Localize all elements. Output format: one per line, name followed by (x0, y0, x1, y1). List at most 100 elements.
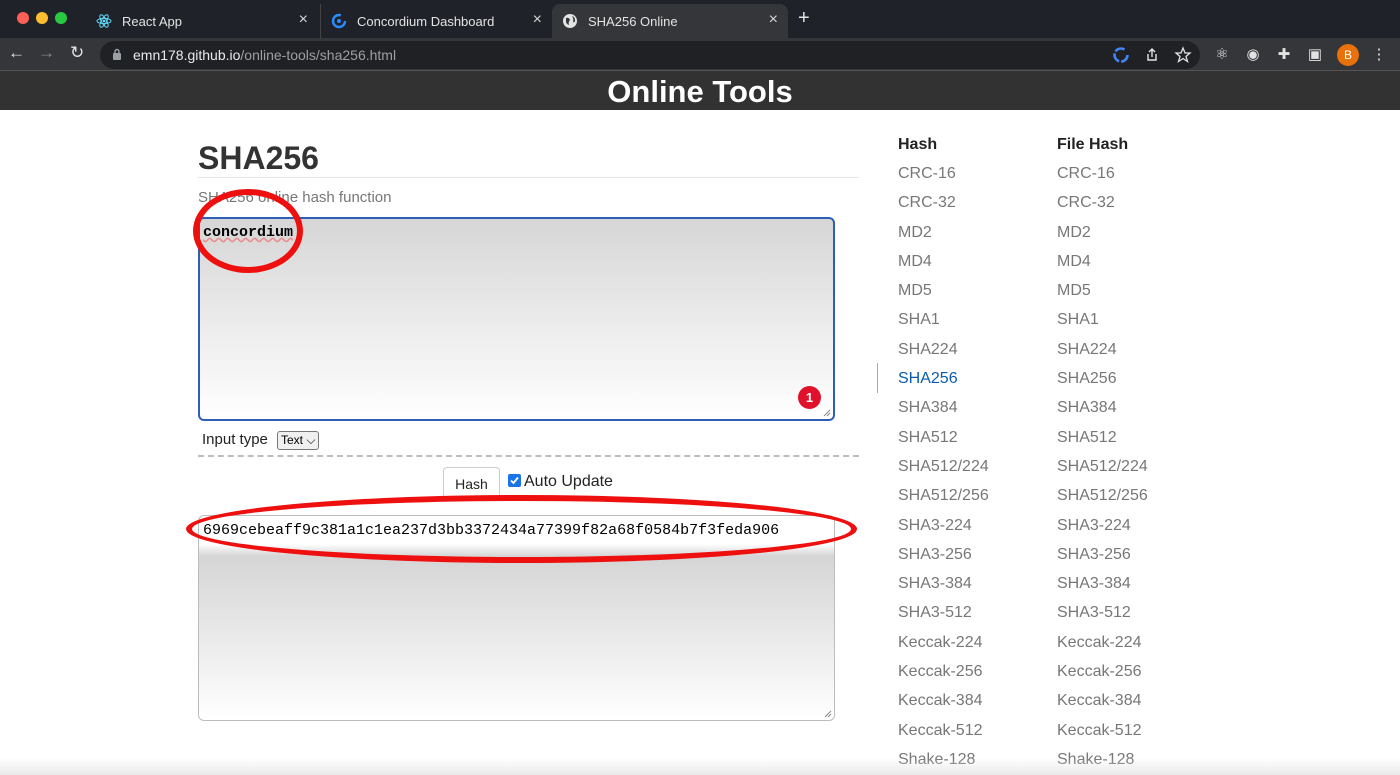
reload-icon[interactable]: ↻ (70, 44, 84, 62)
active-indicator (877, 363, 878, 393)
concordium-icon (331, 13, 347, 29)
page-title: SHA256 (198, 140, 319, 176)
nav-link-sha512[interactable]: SHA512 (898, 427, 989, 456)
nav-link-keccak-512[interactable]: Keccak-512 (898, 720, 989, 749)
dashed-divider (198, 455, 859, 457)
close-tab-icon[interactable]: × (299, 12, 308, 28)
nav-link-sha224[interactable]: SHA224 (898, 339, 989, 368)
file-hash-heading: File Hash (1057, 136, 1129, 153)
window-minimize-button[interactable] (36, 12, 48, 24)
new-tab-icon[interactable]: + (798, 8, 810, 28)
input-type-select[interactable]: Text ⌵ (277, 431, 320, 450)
tab-label: React App (122, 13, 182, 29)
more-menu-icon[interactable]: ⋮ (1370, 46, 1388, 64)
title-divider (198, 177, 859, 178)
chevron-down-icon: ⌵ (306, 433, 316, 447)
nav-link-sha512-224[interactable]: SHA512/224 (898, 456, 989, 485)
nav-link-keccak-384[interactable]: Keccak-384 (1057, 690, 1148, 719)
browser-tab-bar: React App × Concordium Dashboard × SHA25… (0, 0, 1400, 38)
share-icon[interactable] (1143, 46, 1161, 64)
resize-handle-icon[interactable] (824, 710, 832, 718)
output-annotation-circle (186, 495, 857, 563)
globe-icon (562, 13, 578, 29)
browser-toolbar: ← → ↻ emn178.github.io/online-tools/sha2… (0, 38, 1400, 70)
lock-icon (113, 48, 121, 60)
close-tab-icon[interactable]: × (533, 12, 542, 28)
site-header: Online Tools (0, 70, 1400, 110)
nav-link-sha256[interactable]: SHA256 (1057, 368, 1148, 397)
nav-link-md5[interactable]: MD5 (898, 280, 989, 309)
concordium-extension-icon[interactable]: ◉ (1244, 46, 1262, 64)
bookmark-star-icon[interactable] (1174, 46, 1192, 64)
page-fade (0, 758, 1400, 775)
checkmark-icon (510, 476, 519, 485)
nav-link-sha3-384[interactable]: SHA3-384 (1057, 573, 1148, 602)
nav-link-crc-16[interactable]: CRC-16 (898, 163, 989, 192)
nav-link-keccak-512[interactable]: Keccak-512 (1057, 720, 1148, 749)
input-type-value: Text (281, 433, 304, 447)
tab-sha256-online[interactable]: SHA256 Online × (552, 4, 788, 38)
nav-link-sha1[interactable]: SHA1 (898, 309, 989, 338)
nav-link-keccak-384[interactable]: Keccak-384 (898, 690, 989, 719)
site-title[interactable]: Online Tools (0, 71, 1400, 113)
nav-link-sha3-512[interactable]: SHA3-512 (1057, 602, 1148, 631)
error-count-badge[interactable]: 1 (798, 386, 821, 409)
nav-link-sha3-256[interactable]: SHA3-256 (898, 544, 989, 573)
profile-avatar[interactable]: B (1337, 44, 1359, 66)
nav-link-sha224[interactable]: SHA224 (1057, 339, 1148, 368)
react-devtools-icon[interactable]: ⚛ (1213, 46, 1231, 64)
tab-concordium-dashboard[interactable]: Concordium Dashboard × (320, 4, 552, 38)
tab-react-app[interactable]: React App × (86, 4, 318, 38)
auto-update-label[interactable]: Auto Update (524, 473, 613, 491)
side-panel-icon[interactable]: ▣ (1306, 46, 1324, 64)
nav-link-sha3-512[interactable]: SHA3-512 (898, 602, 989, 631)
nav-link-sha3-224[interactable]: SHA3-224 (1057, 515, 1148, 544)
hash-nav-list: CRC-16 CRC-32 MD2 MD4 MD5 SHA1 SHA224 SHA256 SHA… (898, 163, 989, 775)
back-arrow-icon[interactable]: ← (8, 44, 25, 62)
input-type-label: Input type (202, 431, 268, 448)
url-text: emn178.github.io/online-tools/sha256.htm… (133, 47, 396, 63)
address-bar[interactable]: emn178.github.io/online-tools/sha256.htm… (100, 41, 1200, 69)
file-hash-nav-list: CRC-16 CRC-32 MD2 MD4 MD5 SHA1 SHA224 SHA256 SHA… (1057, 163, 1148, 775)
window-close-button[interactable] (17, 12, 29, 24)
close-tab-icon[interactable]: × (769, 12, 778, 28)
nav-link-crc-32[interactable]: CRC-32 (1057, 192, 1148, 221)
nav-link-sha3-256[interactable]: SHA3-256 (1057, 544, 1148, 573)
puzzle-extensions-icon[interactable]: ✚ (1275, 46, 1293, 64)
nav-link-crc-16[interactable]: CRC-16 (1057, 163, 1148, 192)
google-icon[interactable] (1112, 46, 1130, 64)
nav-link-sha512-256[interactable]: SHA512/256 (1057, 485, 1148, 514)
nav-link-keccak-224[interactable]: Keccak-224 (898, 632, 989, 661)
nav-link-keccak-224[interactable]: Keccak-224 (1057, 632, 1148, 661)
forward-arrow-icon[interactable]: → (38, 44, 55, 62)
file-hash-nav: File Hash CRC-16 CRC-32 MD2 MD4 MD5 SHA1 SHA22… (1057, 134, 1148, 775)
url-path: /online-tools/sha256.html (240, 47, 397, 63)
nav-link-sha256[interactable]: SHA256 (898, 368, 989, 397)
react-icon (96, 13, 112, 29)
window-zoom-button[interactable] (55, 12, 67, 24)
nav-link-sha384[interactable]: SHA384 (898, 397, 989, 426)
nav-link-sha384[interactable]: SHA384 (1057, 397, 1148, 426)
nav-link-keccak-256[interactable]: Keccak-256 (898, 661, 989, 690)
nav-link-md2[interactable]: MD2 (1057, 222, 1148, 251)
nav-link-sha512-256[interactable]: SHA512/256 (898, 485, 989, 514)
tab-label: Concordium Dashboard (357, 13, 495, 29)
nav-link-sha3-384[interactable]: SHA3-384 (898, 573, 989, 602)
nav-link-md4[interactable]: MD4 (1057, 251, 1148, 280)
nav-link-sha1[interactable]: SHA1 (1057, 309, 1148, 338)
nav-link-md4[interactable]: MD4 (898, 251, 989, 280)
nav-link-crc-32[interactable]: CRC-32 (898, 192, 989, 221)
nav-link-sha512[interactable]: SHA512 (1057, 427, 1148, 456)
nav-link-md5[interactable]: MD5 (1057, 280, 1148, 309)
tab-label: SHA256 Online (588, 13, 678, 29)
auto-update-checkbox[interactable] (508, 474, 521, 487)
hash-button[interactable]: Hash (443, 467, 500, 498)
resize-handle-icon[interactable] (823, 409, 831, 417)
nav-link-sha3-224[interactable]: SHA3-224 (898, 515, 989, 544)
nav-link-sha512-224[interactable]: SHA512/224 (1057, 456, 1148, 485)
hash-nav: Hash CRC-16 CRC-32 MD2 MD4 MD5 SHA1 SHA224 SHA2… (898, 134, 989, 775)
nav-link-md2[interactable]: MD2 (898, 222, 989, 251)
nav-link-keccak-256[interactable]: Keccak-256 (1057, 661, 1148, 690)
input-annotation-circle (193, 189, 303, 273)
url-host: emn178.github.io (133, 47, 241, 63)
